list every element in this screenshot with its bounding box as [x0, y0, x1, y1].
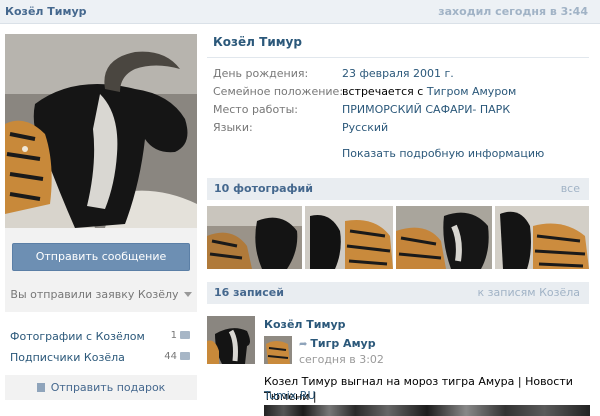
show-more-info-link[interactable]: Показать подробную информацию [342, 147, 544, 160]
friend-request-status[interactable]: Вы отправили заявку Козёлу [5, 288, 197, 301]
relationship-partner-link[interactable]: Тигром Амуром [427, 85, 517, 98]
photo-thumbnail-image [207, 206, 302, 269]
repost-source-avatar[interactable] [264, 336, 292, 364]
repost-arrow-icon: ➦ [299, 339, 308, 350]
wall-posts-link[interactable]: к записям Козёла [478, 286, 580, 299]
post-author-avatar[interactable] [207, 316, 255, 364]
users-icon [180, 352, 190, 360]
work-label: Место работы: [213, 103, 298, 116]
friend-request-label: Вы отправили заявку Козёлу [10, 288, 179, 301]
photo-thumbnail[interactable] [396, 206, 492, 269]
photos-section-title: 10 фотографий [214, 182, 313, 195]
relationship-value: встречается с Тигром Амуром [342, 85, 516, 98]
birthday-label: День рождения: [213, 67, 309, 80]
profile-header-bar: Козёл Тимур заходил сегодня в 3:44 [0, 0, 600, 24]
relationship-prefix: встречается с [342, 85, 424, 98]
post-author-avatar-image [207, 316, 255, 364]
repost-source-name[interactable]: ➦ Тигр Амур [299, 337, 376, 350]
relationship-label: Семейное положение: [213, 85, 344, 98]
photos-with-count-value: 1 [170, 330, 177, 341]
chevron-down-icon [183, 292, 192, 297]
followers-count: 44 [164, 351, 190, 362]
photo-thumbnail-image [495, 206, 589, 269]
photo-thumbnail[interactable] [207, 206, 302, 269]
repost-timestamp[interactable]: сегодня в 3:02 [299, 353, 384, 366]
repost-source-avatar-image [264, 336, 292, 364]
post-link[interactable]: Tumix.RU [264, 389, 316, 402]
photo-thumbnail-image [396, 206, 492, 269]
followers-link[interactable]: Подписчики Козёла [10, 351, 125, 364]
birthday-value[interactable]: 23 февраля 2001 г. [342, 67, 454, 80]
gift-icon [36, 383, 45, 392]
send-gift-label: Отправить подарок [50, 381, 166, 394]
page-title: Козёл Тимур [213, 35, 302, 49]
send-message-button[interactable]: Отправить сообщение [12, 243, 190, 271]
post-attachment-image[interactable] [264, 405, 590, 416]
photos-all-link[interactable]: все [561, 182, 580, 195]
send-gift-button[interactable]: Отправить подарок [5, 375, 197, 400]
wall-section-header[interactable]: 16 записей к записям Козёла [207, 282, 589, 304]
header-name[interactable]: Козёл Тимур [5, 5, 87, 18]
photo-thumbnail-image [305, 206, 393, 269]
followers-count-value: 44 [164, 351, 177, 362]
languages-value[interactable]: Русский [342, 121, 388, 134]
languages-label: Языки: [213, 121, 253, 134]
camera-icon [180, 331, 190, 339]
goat-tiger-photo [5, 34, 197, 228]
photo-thumbnail[interactable] [495, 206, 589, 269]
post-author-name[interactable]: Козёл Тимур [264, 318, 346, 331]
profile-actions-panel: Отправить сообщение Вы отправили заявку … [5, 228, 197, 312]
repost-source-label: Тигр Амур [310, 337, 376, 350]
work-value[interactable]: ПРИМОРСКИЙ САФАРИ- ПАРК [342, 103, 510, 116]
photos-section-header[interactable]: 10 фотографий все [207, 178, 589, 200]
photos-with-count: 1 [171, 330, 190, 341]
divider [207, 57, 589, 58]
profile-avatar[interactable] [5, 34, 197, 228]
wall-section-title: 16 записей [214, 286, 284, 299]
photos-with-link[interactable]: Фотографии с Козёлом [10, 330, 145, 343]
photo-thumbnail[interactable] [305, 206, 393, 269]
online-status: заходил сегодня в 3:44 [438, 5, 588, 18]
